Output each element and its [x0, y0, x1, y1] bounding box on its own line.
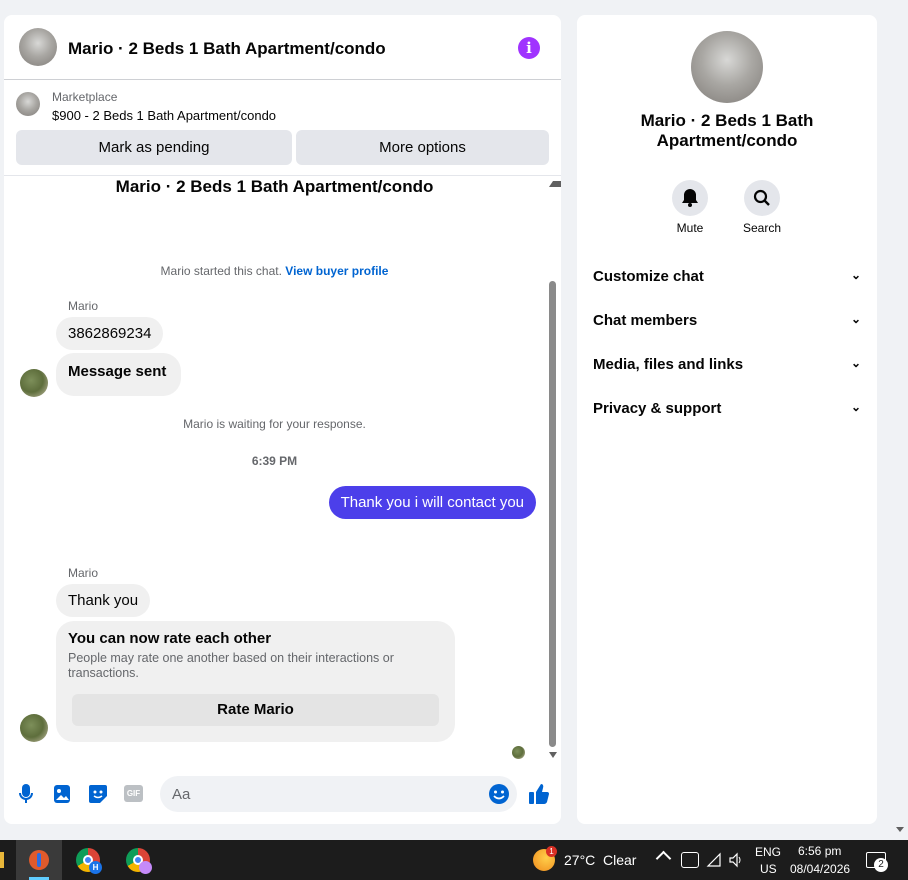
onedrive-sync-icon[interactable]: [681, 852, 699, 868]
chat-members-item[interactable]: Chat members ⌄: [593, 312, 861, 329]
rating-title: You can now rate each other: [68, 630, 272, 647]
like-thumb-icon[interactable]: [528, 782, 550, 806]
mute-label: Mute: [676, 221, 704, 235]
scrollbar-thumb[interactable]: [549, 281, 556, 747]
chevron-down-icon: ⌄: [850, 356, 861, 370]
sticker-icon[interactable]: [88, 784, 108, 804]
notification-icon[interactable]: 2: [866, 852, 888, 872]
listing-source: Marketplace: [52, 90, 118, 104]
seen-indicator-avatar: [512, 746, 525, 759]
rating-description: People may rate one another based on the…: [68, 651, 394, 680]
recorder-icon: [29, 850, 49, 870]
profile-badge: [139, 861, 152, 874]
show-hidden-icons-chevron[interactable]: [655, 850, 672, 867]
sender-avatar[interactable]: [20, 714, 48, 742]
message-bubble[interactable]: Thank you: [56, 584, 151, 617]
menu-label: Privacy & support: [593, 400, 722, 417]
sender-name: Mario: [68, 299, 99, 313]
customize-chat-item[interactable]: Customize chat ⌄: [593, 268, 861, 285]
listing-title[interactable]: $900 - 2 Beds 1 Bath Apartment/condo: [52, 108, 276, 123]
chat-started-notice: Mario started this chat. View buyer prof…: [4, 264, 545, 278]
listing-avatar[interactable]: [19, 28, 57, 66]
windows-taskbar: H 1 27°C Clear ENG US 6:56 pm 08/04/2026…: [0, 840, 908, 880]
search-label: Search: [742, 221, 782, 235]
wifi-icon[interactable]: [706, 852, 722, 868]
weather-condition[interactable]: Clear: [603, 852, 636, 868]
gif-icon[interactable]: GIF: [124, 785, 143, 802]
emoji-icon[interactable]: [488, 783, 510, 805]
chrome-icon[interactable]: [126, 848, 152, 874]
chat-title[interactable]: Mario · 2 Beds 1 Bath Apartment/condo: [68, 39, 386, 59]
menu-label: Customize chat: [593, 268, 704, 285]
divider: [4, 175, 561, 176]
chrome-icon[interactable]: H: [76, 848, 102, 874]
sidebar-title: Mario · 2 Beds 1 Bath Apartment/condo: [640, 111, 814, 150]
message-timestamp: 6:39 PM: [251, 454, 298, 468]
started-text: Mario started this chat.: [160, 264, 282, 278]
photo-icon[interactable]: [53, 784, 71, 804]
scroll-up-arrow[interactable]: [549, 181, 561, 187]
language-indicator[interactable]: ENG: [755, 845, 781, 859]
message-input-placeholder: Aa: [172, 786, 191, 803]
weather-badge: 1: [546, 846, 557, 857]
bell-icon: [682, 189, 698, 207]
keyboard-layout[interactable]: US: [760, 862, 777, 876]
menu-label: Media, files and links: [593, 356, 744, 373]
outgoing-message[interactable]: Thank you i will contact you: [328, 486, 536, 519]
chevron-down-icon: ⌄: [850, 312, 861, 326]
chat-info-sidebar: Mario · 2 Beds 1 Bath Apartment/condo Mu…: [577, 15, 877, 824]
menu-label: Chat members: [593, 312, 698, 329]
conversation-heading: Mario · 2 Beds 1 Bath Apartment/condo: [115, 177, 434, 196]
view-buyer-profile-link[interactable]: View buyer profile: [285, 264, 388, 278]
notification-count: 2: [874, 858, 888, 872]
clock-date[interactable]: 08/04/2026: [790, 862, 850, 876]
microphone-icon[interactable]: [18, 783, 34, 805]
search-icon: [753, 189, 770, 206]
more-options-button[interactable]: More options: [296, 130, 549, 165]
search-button[interactable]: [744, 180, 780, 216]
message-bubble[interactable]: 3862869234: [56, 317, 164, 350]
taskbar-app-active[interactable]: [16, 840, 62, 880]
waiting-notice: Mario is waiting for your response.: [183, 417, 366, 431]
divider: [4, 79, 561, 80]
scroll-down-arrow[interactable]: [549, 752, 557, 758]
rate-mario-button[interactable]: Rate Mario: [72, 694, 439, 726]
chevron-down-icon: ⌄: [850, 268, 861, 282]
sender-name: Mario: [68, 566, 99, 580]
chat-panel: Mario · 2 Beds 1 Bath Apartment/condo i …: [4, 15, 561, 824]
page-scroll-down-arrow[interactable]: [896, 827, 904, 832]
info-icon[interactable]: i: [518, 37, 540, 59]
weather-moon-icon[interactable]: 1: [533, 846, 557, 871]
chevron-down-icon: ⌄: [850, 400, 861, 414]
listing-thumb[interactable]: [16, 92, 40, 116]
privacy-support-item[interactable]: Privacy & support ⌄: [593, 400, 861, 417]
message-input[interactable]: Aa: [160, 776, 517, 812]
profile-badge: H: [89, 861, 102, 874]
volume-icon[interactable]: [728, 852, 744, 868]
file-explorer-icon[interactable]: [0, 852, 4, 868]
mark-pending-button[interactable]: Mark as pending: [16, 130, 292, 165]
clock-time[interactable]: 6:56 pm: [798, 844, 841, 858]
rating-card: You can now rate each other People may r…: [56, 621, 455, 742]
message-bubble[interactable]: Message sent: [56, 353, 182, 396]
weather-temperature[interactable]: 27°C: [564, 852, 595, 868]
mute-button[interactable]: [672, 180, 708, 216]
media-files-links-item[interactable]: Media, files and links ⌄: [593, 356, 861, 373]
sender-avatar[interactable]: [20, 369, 48, 397]
sidebar-avatar[interactable]: [691, 31, 763, 103]
